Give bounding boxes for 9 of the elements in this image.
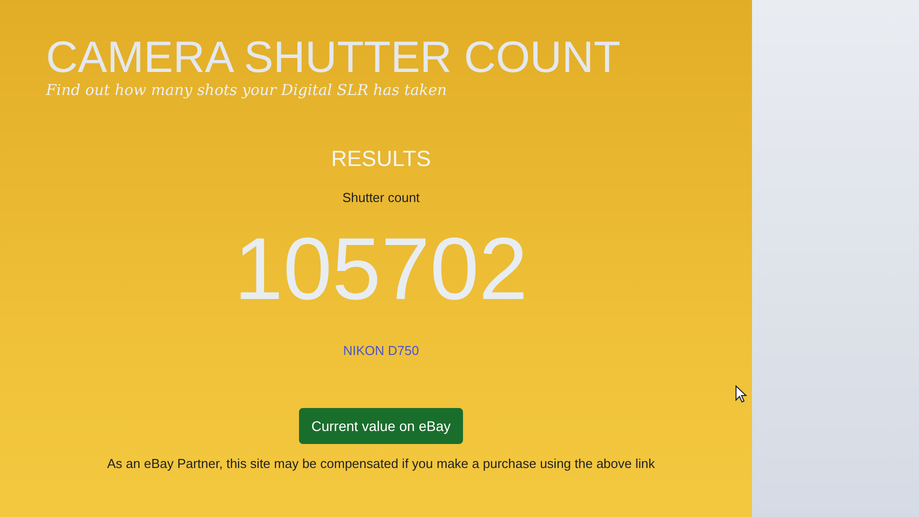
mouse-pointer-icon — [735, 385, 747, 403]
site-title: CAMERA SHUTTER COUNT — [46, 34, 620, 82]
tagline: Find out how many shots your Digital SLR has taken — [46, 81, 447, 99]
disclaimer-text: As an eBay Partner, this site may be compensated if you make a purchase using the above link — [107, 456, 655, 471]
shutter-count: 105702 — [234, 221, 528, 317]
camera-model: NIKON D750 — [343, 343, 419, 358]
count-label: Shutter count — [342, 190, 420, 205]
ebay-value-button[interactable]: Current value on eBay — [299, 408, 463, 444]
results-heading: RESULTS — [331, 146, 431, 172]
